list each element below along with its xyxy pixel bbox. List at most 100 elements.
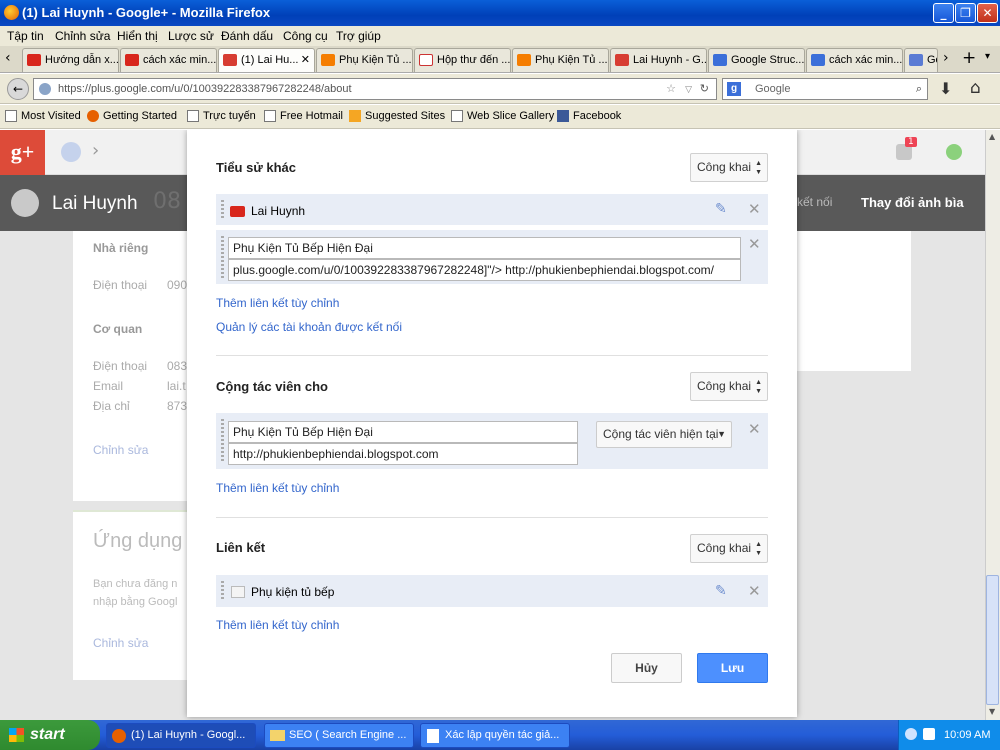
maximize-button[interactable]: ❐: [955, 3, 976, 23]
tab-2[interactable]: cách xác min...: [120, 48, 217, 72]
bookmark-star-icon[interactable]: ☆: [666, 79, 676, 99]
bookmark-facebook[interactable]: Facebook: [557, 110, 621, 122]
right-card: [797, 231, 911, 371]
download-icon[interactable]: ⬇: [939, 79, 952, 98]
remove-icon[interactable]: ✕: [748, 582, 761, 600]
tab-4[interactable]: Phụ Kiện Tủ ...: [316, 48, 413, 72]
tab-9[interactable]: cách xác min...: [806, 48, 903, 72]
search-icon[interactable]: ⌕: [916, 79, 922, 99]
contributor-status-dropdown[interactable]: Cộng tác viên hiện tại ▼: [596, 421, 732, 448]
remove-icon[interactable]: ✕: [748, 420, 761, 438]
edit-apps-link[interactable]: Chỉnh sửa: [93, 636, 148, 650]
google-plus-logo[interactable]: g+: [0, 130, 45, 175]
bookmark-most-visited[interactable]: Most Visited: [5, 110, 81, 122]
taskbar-item-firefox[interactable]: (1) Lai Huynh - Googl...: [106, 723, 256, 748]
drag-handle-icon[interactable]: [221, 419, 224, 463]
tab-list-icon[interactable]: ▾: [985, 51, 990, 62]
contributor-visibility-dropdown[interactable]: Công khai ▲ ▼: [690, 372, 768, 401]
tab-close-icon[interactable]: ✕: [301, 49, 310, 71]
edit-contact-link[interactable]: Chỉnh sửa: [93, 443, 148, 457]
edit-pencil-icon[interactable]: ✎: [715, 201, 727, 217]
links-visibility-dropdown[interactable]: Công khai ▲ ▼: [690, 534, 768, 563]
url-dropdown-icon[interactable]: ▽: [685, 79, 692, 99]
menu-bookmarks[interactable]: Đánh dấu: [221, 29, 273, 43]
add-custom-link-contributor[interactable]: Thêm liên kết tùy chỉnh: [216, 481, 339, 495]
tab-scroll-right-icon[interactable]: ›: [943, 50, 949, 66]
page-icon: [264, 110, 276, 122]
close-button[interactable]: ✕: [977, 3, 998, 23]
custom-link-row: Phụ Kiện Tủ Bếp Hiện Đại plus.google.com…: [216, 230, 768, 284]
bookmark-getting-started[interactable]: Getting Started: [87, 110, 177, 122]
drag-handle-icon[interactable]: [221, 200, 224, 219]
blogger-icon: [517, 54, 531, 66]
bookmark-suggested-sites[interactable]: Suggested Sites: [349, 110, 445, 122]
tab-5[interactable]: Hộp thư đến ...: [414, 48, 511, 72]
url-bar[interactable]: https://plus.google.com/u/0/100392283387…: [33, 78, 717, 100]
suggested-sites-icon: [349, 110, 361, 122]
avatar[interactable]: [11, 189, 39, 217]
contributor-site-url-input[interactable]: http://phukienbephiendai.blogspot.com: [228, 443, 578, 465]
tab-label: Google Struc...: [731, 54, 805, 66]
remove-icon[interactable]: ✕: [748, 235, 761, 253]
links-title: Liên kết: [216, 540, 266, 555]
link-label-input[interactable]: Phụ Kiện Tủ Bếp Hiện Đại: [228, 237, 741, 259]
section-divider: [216, 517, 768, 518]
network-icon[interactable]: [905, 728, 917, 740]
google-plus-icon: [615, 54, 629, 66]
taskbar-item-seo-folder[interactable]: SEO ( Search Engine ...: [264, 723, 414, 748]
contributor-site-name-input[interactable]: Phụ Kiện Tủ Bếp Hiện Đại: [228, 421, 578, 443]
contributor-title: Cộng tác viên cho: [216, 379, 328, 394]
tab-label: Phụ Kiện Tủ ...: [535, 54, 608, 66]
menu-history[interactable]: Lược sử: [168, 29, 214, 43]
remove-icon[interactable]: ✕: [748, 200, 761, 218]
save-button[interactable]: Lưu: [697, 653, 768, 683]
hangouts-icon[interactable]: [946, 144, 962, 160]
add-custom-link-profiles[interactable]: Thêm liên kết tùy chỉnh: [216, 296, 339, 310]
new-tab-icon[interactable]: +: [962, 48, 976, 68]
bookmark-truc-tuyen[interactable]: Trực tuyến: [187, 110, 256, 122]
reload-icon[interactable]: ↻: [700, 79, 709, 99]
taskbar-item-document[interactable]: Xác lập quyền tác giả...: [420, 723, 570, 748]
tab-label: Lai Huynh - G...: [633, 54, 707, 66]
search-box[interactable]: g Google ⌕: [722, 78, 928, 100]
home-icon[interactable]: ⌂: [970, 78, 981, 98]
manage-connected-accounts-link[interactable]: Quản lý các tài khoản được kết nối: [216, 320, 402, 334]
tab-scroll-left-icon[interactable]: ‹: [5, 50, 11, 66]
tab-6[interactable]: Phụ Kiện Tủ ...: [512, 48, 609, 72]
tab-8[interactable]: Google Struc...: [708, 48, 805, 72]
scrollbar-thumb[interactable]: [986, 575, 999, 705]
tab-7[interactable]: Lai Huynh - G...: [610, 48, 707, 72]
menu-view[interactable]: Hiển thị: [117, 29, 158, 43]
menu-file[interactable]: Tập tin: [7, 29, 44, 43]
drag-handle-icon[interactable]: [221, 236, 224, 278]
window-title: (1) Lai Huynh - Google+ - Mozilla Firefo…: [22, 5, 271, 20]
menu-help[interactable]: Trợ giúp: [336, 29, 381, 43]
edit-pencil-icon[interactable]: ✎: [715, 583, 727, 599]
tab-1[interactable]: Hướng dẫn x...: [22, 48, 119, 72]
bookmark-free-hotmail[interactable]: Free Hotmail: [264, 110, 343, 122]
bookmark-web-slice-gallery[interactable]: Web Slice Gallery: [451, 110, 554, 122]
chevron-right-icon[interactable]: ›: [92, 140, 99, 161]
profile-icon[interactable]: [61, 142, 81, 162]
contact-info-card: Nhà riêng Điện thoại 090 Cơ quan Điện th…: [73, 231, 190, 501]
google-search-engine-icon[interactable]: g: [727, 82, 741, 96]
apps-text-line-1: Bạn chưa đăng n: [93, 578, 178, 590]
security-alert-icon[interactable]: [923, 728, 935, 740]
profiles-visibility-dropdown[interactable]: Công khai ▲ ▼: [690, 153, 768, 182]
scroll-up-icon[interactable]: ▲: [989, 132, 995, 141]
add-custom-link-links[interactable]: Thêm liên kết tùy chỉnh: [216, 618, 339, 632]
tab-3-active[interactable]: (1) Lai Hu... ✕: [218, 48, 315, 72]
scroll-down-icon[interactable]: ▼: [989, 707, 995, 716]
link-url-input[interactable]: plus.google.com/u/0/10039228338796728224…: [228, 259, 741, 281]
cancel-button[interactable]: Hủy: [611, 653, 682, 683]
change-cover-button[interactable]: Thay đổi ảnh bìa: [861, 195, 964, 210]
youtube-icon: [230, 206, 245, 217]
tab-10[interactable]: Go: [904, 48, 938, 72]
start-button[interactable]: start: [0, 720, 100, 750]
menu-tools[interactable]: Công cụ: [283, 29, 328, 43]
minimize-button[interactable]: _: [933, 3, 954, 23]
drag-handle-icon[interactable]: [221, 581, 224, 601]
back-icon[interactable]: ←: [7, 78, 29, 100]
docs-icon: [909, 54, 923, 66]
menu-edit[interactable]: Chỉnh sửa: [55, 29, 110, 43]
